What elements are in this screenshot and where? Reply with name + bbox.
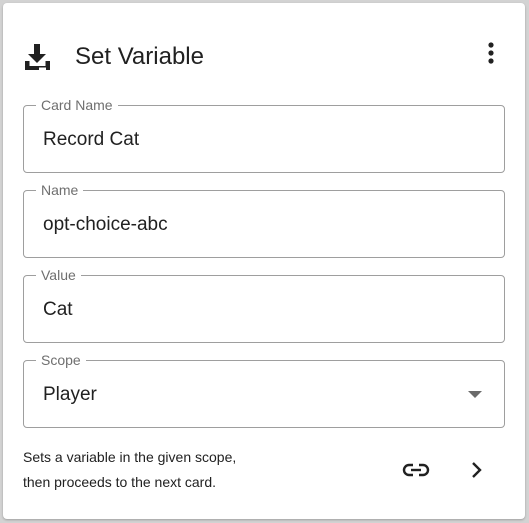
dropdown-arrow-icon[interactable] (468, 391, 482, 398)
variable-name-input[interactable]: opt-choice-abc (43, 213, 168, 237)
download-icon (23, 43, 53, 73)
description-line-1: Sets a variable in the given scope, (23, 449, 237, 465)
link-button[interactable] (398, 452, 434, 488)
more-options-button[interactable] (477, 37, 505, 69)
card-name-field[interactable]: Card Name Record Cat (23, 97, 505, 173)
variable-value-input[interactable]: Cat (43, 298, 73, 322)
card-name-input[interactable]: Record Cat (43, 128, 139, 152)
link-icon (402, 463, 430, 477)
scope-label: Scope (36, 352, 86, 368)
more-vert-icon (488, 42, 494, 64)
description-line-2: then proceeds to the next card. (23, 474, 217, 490)
card-name-label: Card Name (36, 97, 118, 113)
chevron-right-icon (472, 462, 482, 478)
card-title: Set Variable (75, 43, 204, 70)
variable-name-label: Name (36, 182, 84, 198)
scope-select[interactable]: Scope Player (23, 352, 505, 428)
variable-value-label: Value (36, 267, 81, 283)
card-description: Sets a variable in the given scope, then… (23, 445, 323, 495)
set-variable-card: Set Variable Card Name Record Cat Name o… (3, 3, 525, 519)
variable-value-field[interactable]: Value Cat (23, 267, 505, 343)
scope-selected-value[interactable]: Player (43, 383, 97, 407)
next-card-button[interactable] (458, 452, 494, 488)
variable-name-field[interactable]: Name opt-choice-abc (23, 182, 505, 258)
